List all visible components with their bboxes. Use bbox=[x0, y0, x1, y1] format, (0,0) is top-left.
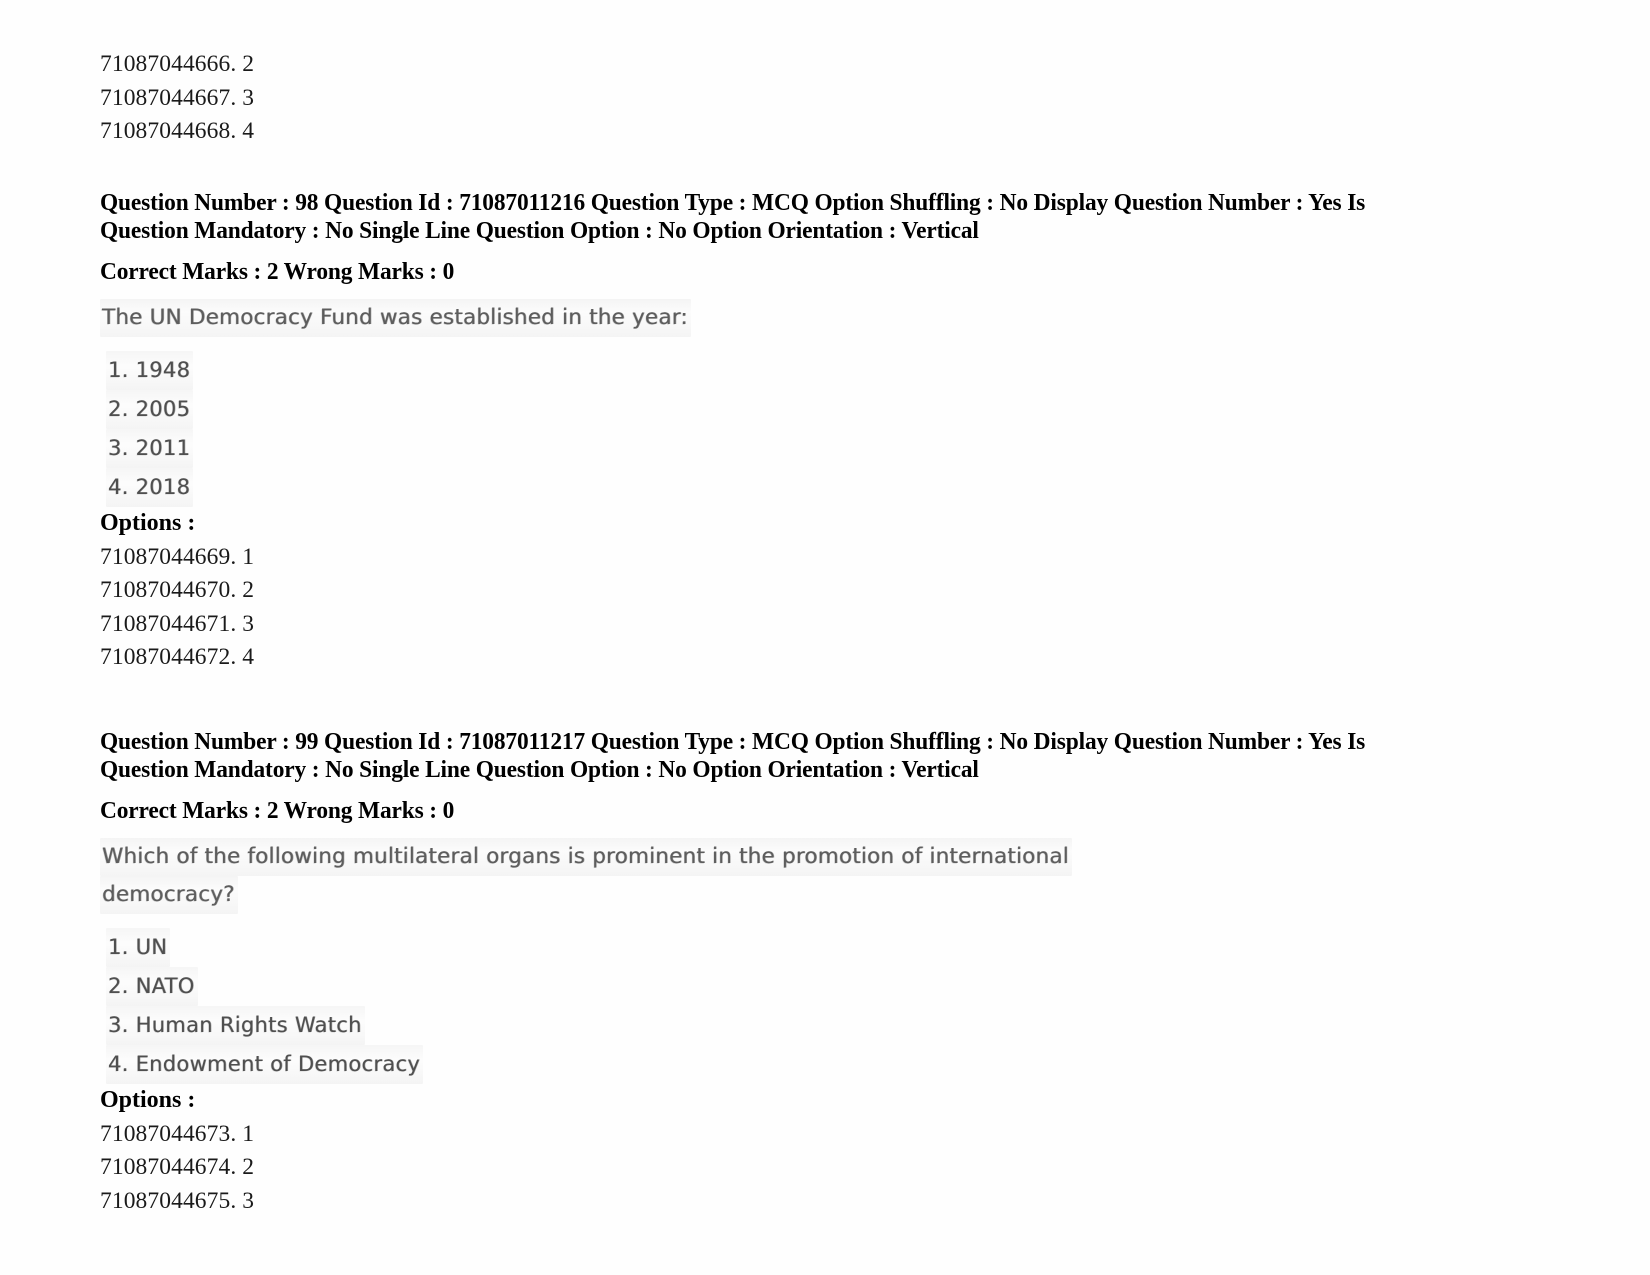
answer-choice-label: 3. Human Rights Watch bbox=[106, 1005, 365, 1045]
question-block-99: Question Number : 99 Question Id : 71087… bbox=[100, 728, 1430, 1219]
option-id-line: 71087044673. 1 bbox=[100, 1120, 255, 1147]
option-id-line: 71087044669. 1 bbox=[100, 543, 255, 570]
option-id-line: 71087044671. 3 bbox=[100, 610, 255, 637]
question-text: The UN Democracy Fund was established in… bbox=[100, 298, 1430, 337]
question-meta-line-1: Question Number : 98 Question Id : 71087… bbox=[100, 188, 1366, 216]
answer-choice-label: 1. UN bbox=[106, 927, 171, 967]
option-id-line: 71087044668. 4 bbox=[100, 118, 255, 144]
question-marks-line: Correct Marks : 2 Wrong Marks : 0 bbox=[100, 257, 455, 285]
question-text-line: democracy? bbox=[100, 875, 238, 914]
answer-choice[interactable]: 2. NATO bbox=[106, 966, 1430, 1006]
question-block-98: Question Number : 98 Question Id : 71087… bbox=[100, 189, 1430, 675]
option-id-line: 71087044670. 2 bbox=[100, 577, 255, 603]
question-text-line: The UN Democracy Fund was established in… bbox=[100, 298, 691, 337]
answer-choice[interactable]: 3. Human Rights Watch bbox=[106, 1005, 1430, 1045]
answer-choice-list-99: 1. UN 2. NATO 3. Human Rights Watch 4. E… bbox=[106, 927, 1430, 1084]
answer-choice-label: 4. 2018 bbox=[106, 467, 194, 507]
options-label: Options : bbox=[100, 509, 196, 536]
question-meta-line-1: Question Number : 99 Question Id : 71087… bbox=[100, 727, 1366, 755]
answer-choice-label: 2. 2005 bbox=[106, 389, 194, 429]
answer-choice[interactable]: 4. 2018 bbox=[106, 467, 1430, 507]
leading-option-id-list: 71087044666. 2 71087044667. 3 7108704466… bbox=[100, 48, 1430, 149]
answer-choice[interactable]: 4. Endowment of Democracy bbox=[106, 1044, 1430, 1084]
option-id-line: 71087044666. 2 bbox=[100, 51, 255, 77]
question-text-line: Which of the following multilateral orga… bbox=[100, 837, 1072, 876]
option-id-line: 71087044675. 3 bbox=[100, 1187, 255, 1214]
answer-choice[interactable]: 3. 2011 bbox=[106, 428, 1430, 468]
answer-choice-label: 4. Endowment of Democracy bbox=[106, 1044, 424, 1084]
answer-choice[interactable]: 1. UN bbox=[106, 927, 1430, 967]
option-id-line: 71087044672. 4 bbox=[100, 644, 255, 670]
option-id-line: 71087044667. 3 bbox=[100, 84, 255, 111]
answer-choice[interactable]: 1. 1948 bbox=[106, 350, 1430, 390]
answer-choice[interactable]: 2. 2005 bbox=[106, 389, 1430, 429]
question-marks-line: Correct Marks : 2 Wrong Marks : 0 bbox=[100, 796, 455, 824]
page-content: 71087044666. 2 71087044667. 3 7108704466… bbox=[100, 48, 1430, 1218]
option-id-list-98: 71087044669. 1 71087044670. 2 7108704467… bbox=[100, 541, 1430, 675]
option-id-list-99: 71087044673. 1 71087044674. 2 7108704467… bbox=[100, 1118, 1430, 1219]
question-meta-line-2: Question Mandatory : No Single Line Ques… bbox=[100, 755, 979, 783]
answer-choice-label: 3. 2011 bbox=[106, 428, 194, 468]
options-label: Options : bbox=[100, 1086, 196, 1113]
answer-choice-label: 2. NATO bbox=[106, 966, 198, 1006]
answer-choice-list-98: 1. 1948 2. 2005 3. 2011 4. 2018 bbox=[106, 350, 1430, 507]
question-text: Which of the following multilateral orga… bbox=[100, 837, 1430, 914]
option-id-line: 71087044674. 2 bbox=[100, 1154, 255, 1180]
document-page: 71087044666. 2 71087044667. 3 7108704466… bbox=[0, 0, 1650, 1275]
question-meta-line-2: Question Mandatory : No Single Line Ques… bbox=[100, 216, 979, 244]
answer-choice-label: 1. 1948 bbox=[106, 350, 194, 390]
